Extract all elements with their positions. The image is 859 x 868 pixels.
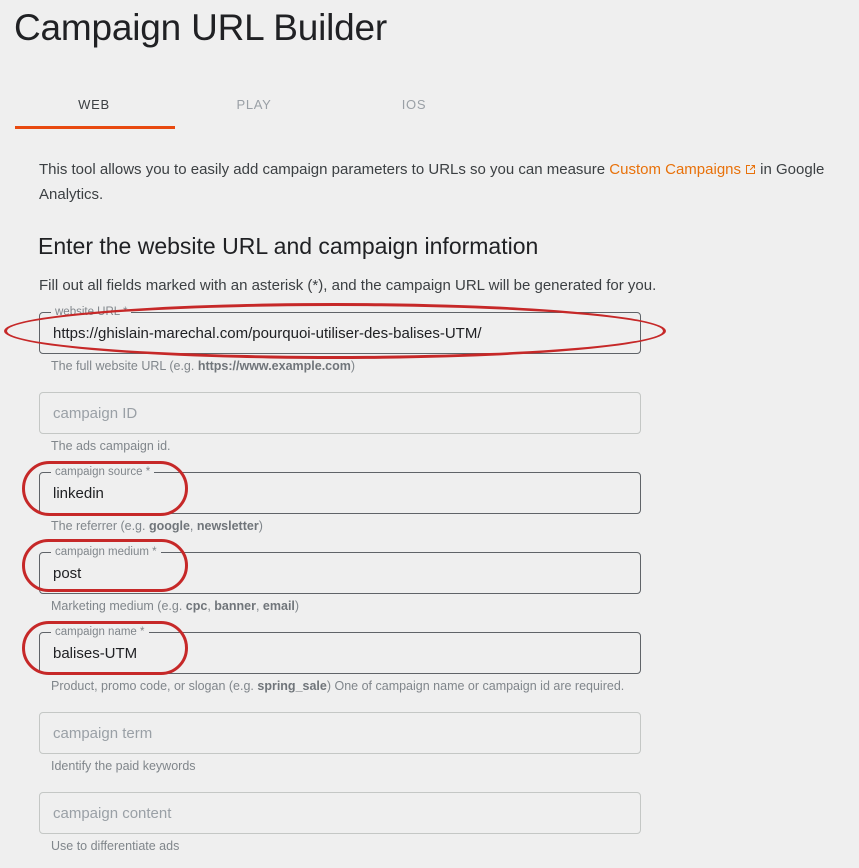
custom-campaigns-link-label: Custom Campaigns xyxy=(609,161,741,178)
campaign-content-input[interactable]: campaign content xyxy=(39,792,641,834)
custom-campaigns-link[interactable]: Custom Campaigns xyxy=(609,161,741,178)
helper-mid-2: , xyxy=(255,599,263,613)
campaign-term-input[interactable]: campaign term xyxy=(39,712,641,754)
campaign-id-placeholder: campaign ID xyxy=(53,405,138,422)
helper-bold: https://www.example.com xyxy=(197,359,351,373)
campaign-content-placeholder: campaign content xyxy=(53,805,172,822)
helper-bold: cpc xyxy=(185,599,208,613)
campaign-name-helper: Product, promo code, or slogan (e.g. spr… xyxy=(51,678,624,694)
campaign-term-placeholder: campaign term xyxy=(53,725,153,742)
campaign-content-helper: Use to differentiate ads xyxy=(51,839,180,853)
active-tab-underline xyxy=(15,126,175,129)
section-heading: Enter the website URL and campaign infor… xyxy=(38,233,539,259)
tab-play[interactable]: PLAY xyxy=(174,92,334,118)
campaign-name-input[interactable]: campaign name * balises-UTM xyxy=(39,625,641,674)
field-website-url: website URL * https://ghislain-marechal.… xyxy=(39,305,641,373)
campaign-medium-input[interactable]: campaign medium * post xyxy=(39,545,641,594)
helper-suffix: ) xyxy=(258,519,263,533)
helper-mid: , xyxy=(189,519,197,533)
helper-bold: spring_sale xyxy=(257,679,327,693)
intro-text-before: This tool allows you to easily add campa… xyxy=(39,161,610,178)
campaign-medium-helper: Marketing medium (e.g. cpc, banner, emai… xyxy=(51,598,299,614)
campaign-source-value: linkedin xyxy=(53,485,104,502)
external-link-icon xyxy=(745,164,756,175)
campaign-term-helper: Identify the paid keywords xyxy=(51,759,196,773)
campaign-source-helper: The referrer (e.g. google, newsletter) xyxy=(51,518,263,534)
helper-suffix: ) xyxy=(294,599,300,613)
page-title: Campaign URL Builder xyxy=(14,7,388,48)
helper-bold-3: email xyxy=(262,599,295,613)
field-campaign-medium: campaign medium * post Marketing medium … xyxy=(39,545,641,613)
helper-bold-2: newsletter xyxy=(196,519,259,533)
tab-ios[interactable]: IOS xyxy=(334,92,494,118)
helper-prefix: Product, promo code, or slogan (e.g. xyxy=(51,679,258,693)
tab-bar: WEB PLAY IOS xyxy=(14,92,574,132)
helper-bold-2: banner xyxy=(214,599,256,613)
tab-web[interactable]: WEB xyxy=(14,92,174,118)
helper-bold: google xyxy=(148,519,190,533)
campaign-medium-value: post xyxy=(53,565,82,582)
website-url-helper: The full website URL (e.g. https://www.e… xyxy=(51,358,355,374)
website-url-input[interactable]: website URL * https://ghislain-marechal.… xyxy=(39,305,641,354)
helper-suffix: ) One of campaign name or campaign id ar… xyxy=(326,679,625,693)
helper-prefix: The full website URL (e.g. xyxy=(51,359,198,373)
campaign-id-input[interactable]: campaign ID xyxy=(39,392,641,434)
field-campaign-id: campaign ID The ads campaign id. xyxy=(39,392,641,453)
intro-paragraph: This tool allows you to easily add campa… xyxy=(39,157,829,207)
website-url-value: https://ghislain-marechal.com/pourquoi-u… xyxy=(53,325,482,342)
campaign-id-helper: The ads campaign id. xyxy=(51,439,171,453)
helper-prefix: Marketing medium (e.g. xyxy=(51,599,186,613)
field-campaign-content: campaign content Use to differentiate ad… xyxy=(39,792,641,853)
helper-prefix: The referrer (e.g. xyxy=(51,519,149,533)
helper-suffix: ) xyxy=(350,359,356,373)
field-campaign-name: campaign name * balises-UTM Product, pro… xyxy=(39,625,641,693)
campaign-name-value: balises-UTM xyxy=(53,645,138,662)
field-campaign-source: campaign source * linkedin The referrer … xyxy=(39,465,641,533)
field-campaign-term: campaign term Identify the paid keywords xyxy=(39,712,641,773)
section-subheading: Fill out all fields marked with an aster… xyxy=(39,277,657,294)
campaign-source-input[interactable]: campaign source * linkedin xyxy=(39,465,641,514)
